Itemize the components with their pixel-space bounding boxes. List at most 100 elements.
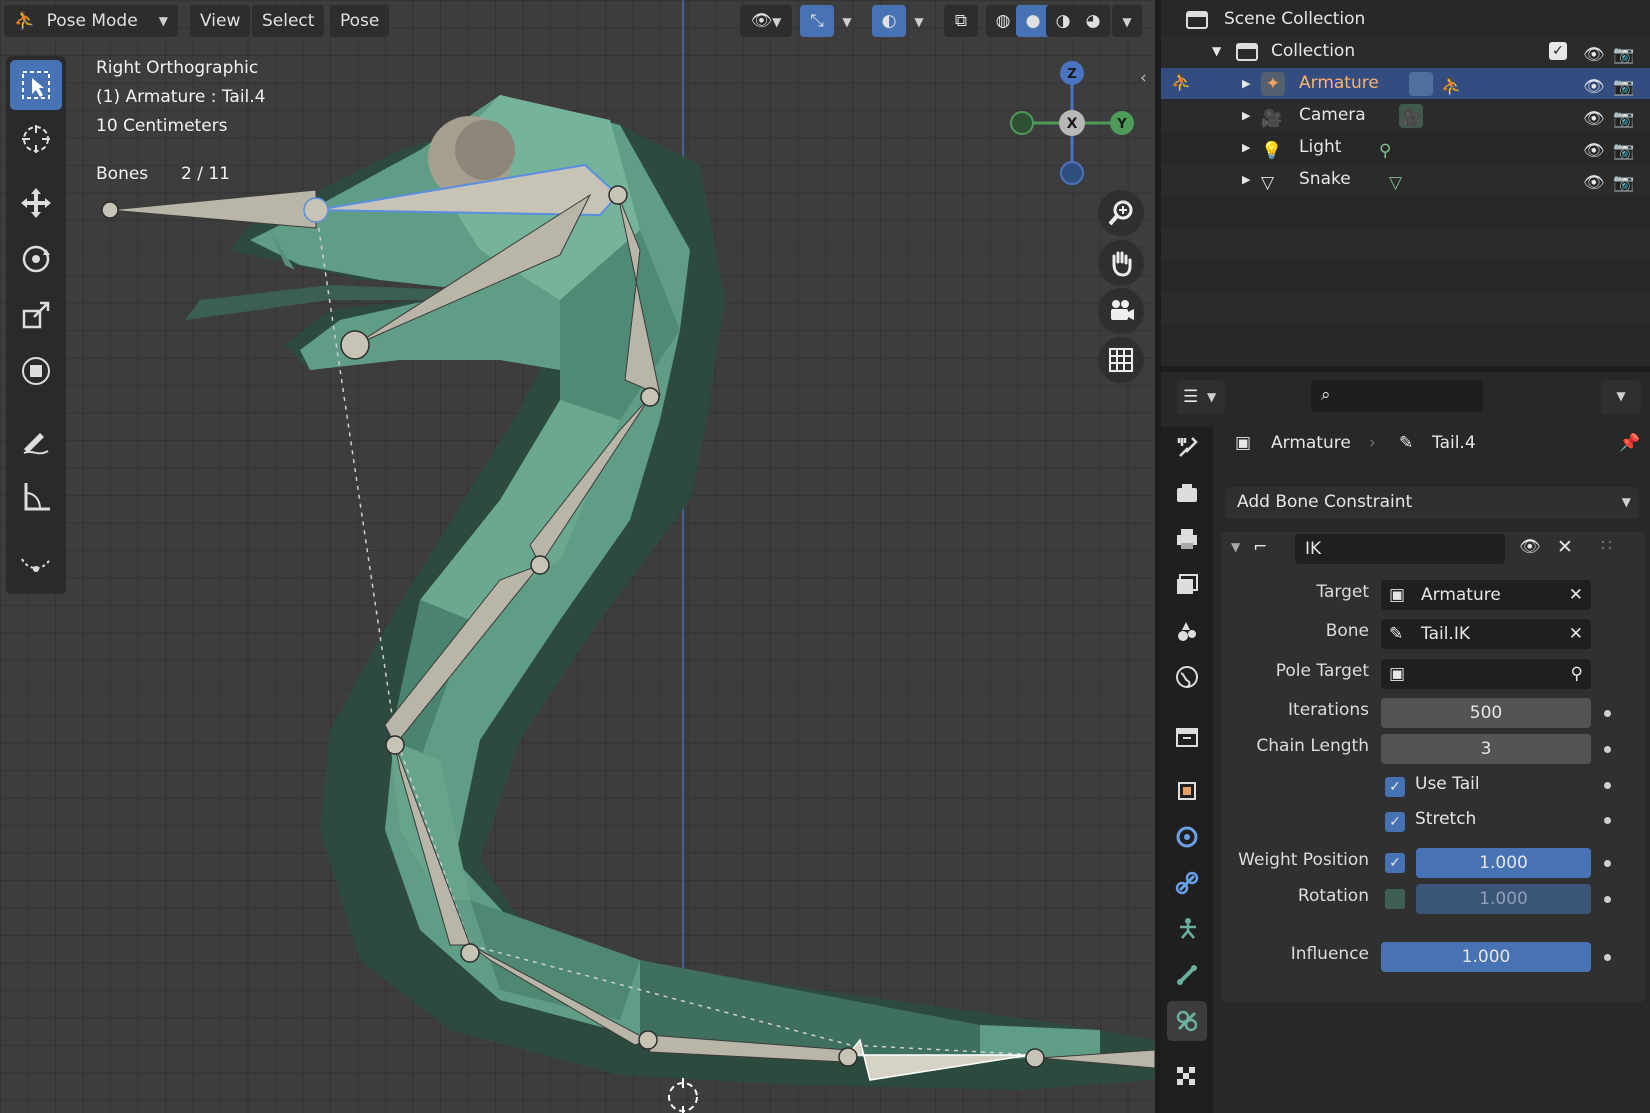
stretch-checkbox[interactable]: ✓ [1385,812,1405,832]
keyframe-dot[interactable] [1604,954,1611,961]
weight-position-checkbox[interactable]: ✓ [1385,853,1405,873]
shading-solid[interactable]: ● [1016,5,1050,37]
tab-texture[interactable] [1167,1057,1207,1097]
camera-render-icon[interactable]: 📷 [1613,72,1637,97]
keyframe-dot[interactable] [1604,710,1611,717]
outliner-item-armature[interactable]: ⛹ ▶ ✦ Armature ⛹ 👁 📷 [1161,68,1650,99]
eye-icon[interactable]: 👁 [1583,40,1607,65]
light-data-icon[interactable]: ⚲ [1379,136,1403,161]
mesh-data-icon[interactable]: ▽ [1389,168,1413,193]
shading-wireframe[interactable]: ◍ [986,5,1020,37]
expand-arrow-icon[interactable]: ▶ [1242,68,1250,99]
camera-render-icon[interactable]: 📷 [1613,104,1637,129]
tab-render[interactable] [1167,473,1207,513]
clear-icon[interactable]: ✕ [1569,580,1583,610]
expand-arrow-icon[interactable]: ▶ [1242,132,1250,163]
tab-object[interactable] [1167,771,1207,811]
tab-view-layer[interactable] [1167,565,1207,605]
rotation-checkbox[interactable] [1385,889,1405,909]
rotation-field[interactable]: 1.000 [1416,884,1591,914]
shading-material[interactable]: ◑ [1046,5,1080,37]
weight-position-field[interactable]: 1.000 [1416,848,1591,878]
keyframe-dot[interactable] [1604,896,1611,903]
outliner-scene-collection[interactable]: Scene Collection [1161,4,1650,35]
keyframe-dot[interactable] [1604,746,1611,753]
breadcrumb-bone[interactable]: Tail.4 [1432,426,1476,460]
expand-arrow-icon[interactable]: ▼ [1212,36,1221,67]
annotate-tool[interactable] [10,416,62,466]
transform-tool[interactable] [10,346,62,396]
menu-select[interactable]: Select [252,5,325,37]
keyframe-dot[interactable] [1604,782,1611,789]
properties-search-input[interactable]: ⌕ [1311,380,1483,412]
tab-bone[interactable] [1167,955,1207,995]
tab-output[interactable] [1167,519,1207,559]
overlays-toggle[interactable]: ◐ [872,5,906,37]
tab-armature-data[interactable] [1167,909,1207,949]
eye-icon[interactable]: 👁 [1519,537,1541,557]
pole-target-field[interactable]: ▣ ⚲ [1381,659,1591,689]
tab-physics[interactable] [1167,817,1207,857]
tab-scene[interactable] [1167,611,1207,651]
shading-rendered[interactable]: ◕ [1076,5,1110,37]
close-icon[interactable]: ✕ [1557,536,1573,558]
camera-data-icon[interactable]: 🎥 [1399,104,1423,129]
mode-selector[interactable]: ⛹ Pose Mode ▼ [4,5,178,37]
exclude-checkbox[interactable]: ✓ [1549,42,1567,60]
expand-arrow-icon[interactable]: ▶ [1242,164,1250,195]
tab-bone-constraints[interactable] [1167,1001,1207,1041]
scale-tool[interactable] [10,290,62,340]
sidebar-toggle-icon[interactable]: ‹ [1140,68,1147,88]
add-bone-constraint-dropdown[interactable]: Add Bone Constraint ▼ [1225,487,1639,519]
options-dropdown[interactable]: ▼ [1601,380,1641,414]
select-box-tool[interactable] [10,60,62,110]
cursor-tool[interactable] [10,114,62,164]
shading-dropdown[interactable]: ▼ [1112,5,1142,37]
overlays-dropdown[interactable]: ▼ [908,5,930,37]
rotate-tool[interactable] [10,234,62,284]
camera-render-icon[interactable]: 📷 [1613,40,1637,65]
eye-icon[interactable]: 👁 [1583,136,1607,161]
scene-canvas[interactable] [0,0,1155,1113]
tab-object-constraints[interactable] [1167,863,1207,903]
outliner-item-light[interactable]: ▶ 💡 Light ⚲ 👁 📷 [1161,132,1650,163]
constraint-name-field[interactable]: IK [1295,534,1505,564]
relax-pose-tool[interactable] [10,538,62,588]
pose-data-icon[interactable]: ⛹ [1441,72,1465,97]
chain-length-field[interactable]: 3 [1381,734,1591,764]
breadcrumb-object[interactable]: Armature [1271,426,1351,460]
collapse-arrow-icon[interactable]: ▼ [1231,540,1240,554]
visibility-selector[interactable]: 👁▼ [740,5,792,37]
bone-field[interactable]: ✎ Tail.IK ✕ [1381,619,1591,649]
drag-handle-icon[interactable]: ∷ [1601,536,1612,556]
eye-icon[interactable]: 👁 [1583,72,1607,97]
eye-icon[interactable]: 👁 [1583,104,1607,129]
editor-type-button[interactable]: ☰ ▼ [1177,380,1225,414]
menu-view[interactable]: View [190,5,251,37]
pan-button[interactable] [1098,240,1144,286]
outliner-item-snake[interactable]: ▶ ▽ Snake ▽ 👁 📷 [1161,164,1650,195]
gizmo-dropdown[interactable]: ▼ [836,5,858,37]
expand-arrow-icon[interactable]: ▶ [1242,100,1250,131]
camera-render-icon[interactable]: 📷 [1613,136,1637,161]
eyedropper-icon[interactable]: ⚲ [1571,659,1583,689]
perspective-toggle-button[interactable] [1098,337,1144,383]
tab-tool[interactable] [1167,427,1207,467]
xray-toggle[interactable]: ⧉ [944,5,978,37]
outliner-item-camera[interactable]: ▶ 🎥 Camera 🎥 👁 📷 [1161,100,1650,131]
show-gizmo-toggle[interactable]: ⤡ [800,5,834,37]
iterations-field[interactable]: 500 [1381,698,1591,728]
menu-pose[interactable]: Pose [330,5,390,37]
zoom-button[interactable] [1098,190,1144,236]
3d-viewport[interactable]: ⛹ Pose Mode ▼ View Select Pose 👁▼ ⤡ ▼ ◐ … [0,0,1155,1113]
clear-icon[interactable]: ✕ [1569,619,1583,649]
tab-collection[interactable] [1167,717,1207,757]
axis-gizmo[interactable]: Z Y X [1000,56,1140,196]
camera-view-button[interactable] [1098,288,1144,334]
move-tool[interactable] [10,178,62,228]
use-tail-checkbox[interactable]: ✓ [1385,777,1405,797]
influence-field[interactable]: 1.000 [1381,942,1591,972]
camera-render-icon[interactable]: 📷 [1613,168,1637,193]
tab-world[interactable] [1167,657,1207,697]
pin-icon[interactable]: 📌 [1619,426,1640,460]
